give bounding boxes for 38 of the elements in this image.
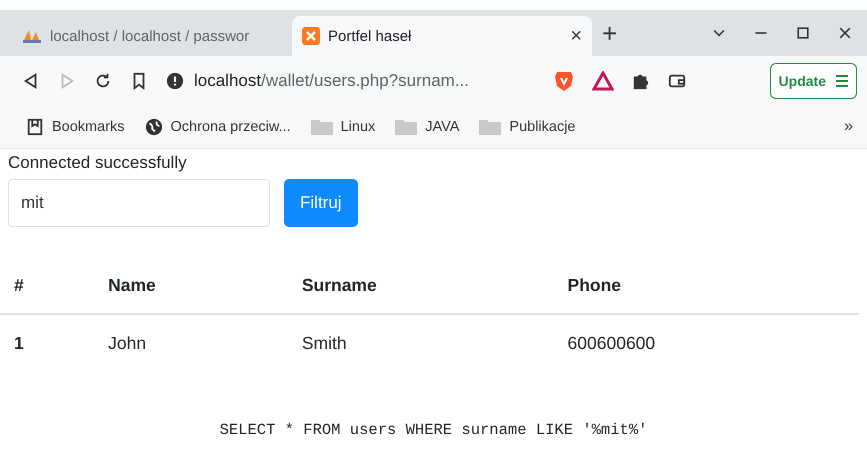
- reload-icon[interactable]: [94, 72, 112, 90]
- table-cell: 1: [0, 314, 108, 371]
- bookmark-item[interactable]: Publikacje: [479, 119, 576, 135]
- maximize-icon[interactable]: [795, 25, 811, 41]
- bookmark-item[interactable]: Linux: [310, 119, 376, 135]
- column-header: Name: [108, 257, 302, 314]
- close-icon[interactable]: [837, 25, 853, 41]
- table-cell: Smith: [302, 314, 568, 371]
- status-message: Connected successfully: [8, 153, 188, 173]
- new-tab-button[interactable]: +: [602, 18, 618, 48]
- browser-tab[interactable]: Portfel haseł ×: [292, 16, 592, 56]
- column-header: Phone: [568, 257, 859, 314]
- xampp-logo-icon: [302, 27, 320, 45]
- folder-icon: [395, 119, 418, 135]
- update-button[interactable]: Update: [770, 63, 857, 99]
- sql-query: SELECT * FROM users WHERE surname LIKE '%mit%': [218, 421, 648, 439]
- filter-field[interactable]: mit: [8, 179, 270, 227]
- menu-icon: [836, 74, 848, 88]
- bookmark-item[interactable]: Bookmarks: [26, 118, 125, 136]
- folder-icon: [479, 119, 502, 135]
- folder-icon: [310, 119, 333, 135]
- bookmark-icon[interactable]: [26, 118, 44, 136]
- close-icon[interactable]: ×: [570, 24, 582, 48]
- more-bookmarks-button[interactable]: »: [844, 118, 853, 136]
- table-cell: John: [108, 314, 302, 371]
- bookmark-item[interactable]: JAVA: [395, 119, 460, 135]
- globe-icon: [144, 118, 163, 136]
- browser-tab[interactable]: localhost / localhost / passwor: [12, 16, 292, 56]
- column-header: Surname: [302, 257, 568, 314]
- sail-logo-icon: [22, 28, 42, 44]
- column-header: #: [0, 257, 108, 314]
- address-bar[interactable]: localhost/wallet/users.php?surnam...: [166, 71, 536, 91]
- table-cell: 600600600: [568, 314, 859, 371]
- triangle-icon[interactable]: [592, 71, 614, 91]
- bookmark-item[interactable]: Ochrona przeciw...: [144, 118, 291, 136]
- info-icon: [166, 72, 184, 90]
- puzzle-icon[interactable]: [632, 72, 650, 90]
- wallet-icon[interactable]: [668, 72, 686, 90]
